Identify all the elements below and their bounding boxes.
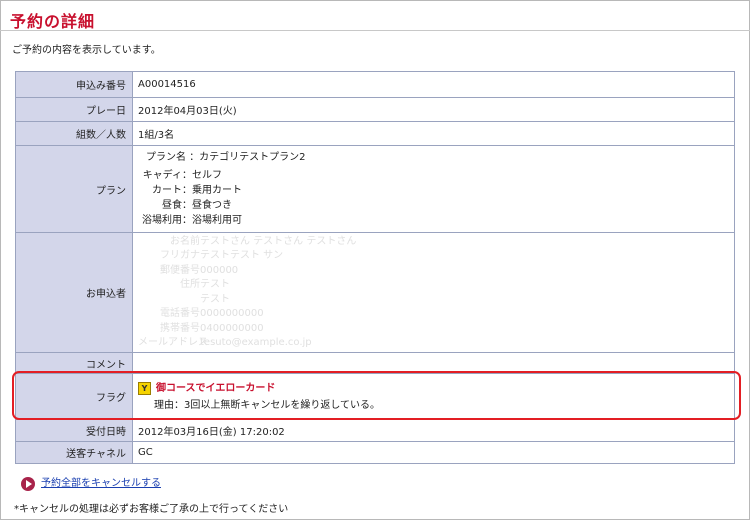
table-row: お申込者 お名前テストさん テストさん テストさん フリガナテストテスト サン … — [15, 232, 735, 353]
received-value: 2012年03月16日(金) 17:20:02 — [132, 419, 735, 442]
comment-value — [132, 352, 735, 374]
plan-item-value: ：浴場利用可 — [182, 215, 242, 226]
applicant-item: フリガナテストテスト サン — [138, 249, 734, 264]
plan-item-key: キャディ — [142, 170, 182, 181]
table-row: 組数／人数 1組/3名 — [15, 121, 735, 146]
plan-item-value: ：セルフ — [182, 170, 222, 181]
plan-item: 浴場利用：浴場利用可 — [138, 213, 734, 228]
flag-header: Y 御コースでイエローカード — [138, 380, 734, 398]
table-row: 申込み番号 A00014516 — [15, 71, 735, 98]
plan-item-value: ：昼食つき — [182, 200, 232, 211]
applicant-item: 郵便番号000000 — [138, 264, 734, 279]
applicant-item: 電話番号0000000000 — [138, 307, 734, 322]
play-arrow-icon — [21, 477, 35, 491]
title-divider — [0, 30, 750, 31]
applicant-item: 住所テスト — [138, 278, 734, 293]
applicant-item: テスト — [138, 293, 734, 308]
plan-item: キャディ：セルフ — [138, 168, 734, 183]
applicant-item: メールアドレスtesuto@example.co.jp — [138, 336, 734, 351]
applicant-item: 携帯番号0400000000 — [138, 322, 734, 337]
intro-text: ご予約の内容を表示しています。 — [12, 45, 161, 56]
plan-item-key: カート — [152, 185, 182, 196]
row-label-groups: 組数／人数 — [15, 121, 133, 146]
table-row: 送客チャネル GC — [15, 441, 735, 464]
applicant-item-key: 郵便番号 — [160, 264, 200, 276]
plan-item-key: 浴場利用 — [142, 215, 182, 226]
row-label-flag: フラグ — [15, 373, 133, 420]
plan-item: カート：乗用カート — [138, 183, 734, 198]
yellow-card-icon: Y — [138, 382, 151, 395]
applicant-item-key: 携帯番号 — [160, 322, 200, 334]
applicant-item-key: フリガナ — [160, 250, 200, 261]
applicant-item-key: 住所 — [180, 279, 200, 290]
plan-item-value: ：乗用カート — [182, 185, 242, 196]
applicant-item-key: 電話番号 — [160, 308, 200, 319]
applicant-item-value: 0000000000 — [200, 308, 264, 319]
row-label-comment: コメント — [15, 352, 133, 374]
row-label-received: 受付日時 — [15, 419, 133, 442]
application-no-value: A00014516 — [132, 71, 735, 98]
row-label-plan: プラン — [15, 145, 133, 233]
flag-title: 御コースでイエローカード — [156, 382, 276, 394]
applicant-item-value: テストテスト サン — [200, 250, 284, 261]
applicant-item-key: メールアドレス — [138, 337, 208, 348]
cancel-all-row: 予約全部をキャンセルする — [21, 476, 161, 492]
cancel-note: *キャンセルの処理は必ずお客様ご了承の上で行ってください — [14, 504, 289, 515]
applicant-item-value: テスト — [200, 293, 230, 305]
row-label-play-date: プレー日 — [15, 97, 133, 122]
reservation-detail-table: 申込み番号 A00014516 プレー日 2012年04月03日(火) 組数／人… — [15, 71, 735, 464]
table-row: コメント — [15, 352, 735, 374]
plan-item-key: 昼食 — [162, 200, 182, 211]
flag-reason: 理由：3回以上無断キャンセルを繰り返している。 — [154, 399, 381, 411]
plan-name-line: プラン名 ：カテゴリテストプラン2 — [138, 150, 734, 165]
applicant-item-value: テスト — [200, 279, 230, 290]
applicant-item-value: 0400000000 — [200, 322, 264, 334]
play-date-value: 2012年04月03日(火) — [132, 97, 735, 122]
plan-name-value: ：カテゴリテストプラン2 — [189, 152, 306, 163]
table-row: プラン プラン名 ：カテゴリテストプラン2 キャディ：セルフ カート：乗用カート… — [15, 145, 735, 233]
flag-details: Y 御コースでイエローカード 理由：3回以上無断キャンセルを繰り返している。 — [132, 373, 735, 420]
table-row: プレー日 2012年04月03日(火) — [15, 97, 735, 122]
page-title: 予約の詳細 — [10, 12, 96, 31]
applicant-item-value: テストさん テストさん テストさん — [200, 235, 357, 247]
groups-value: 1組/3名 — [132, 121, 735, 146]
applicant-item-value: tesuto@example.co.jp — [200, 337, 312, 348]
plan-item: 昼食：昼食つき — [138, 198, 734, 213]
applicant-item-key: お名前 — [170, 235, 200, 247]
cancel-all-link[interactable]: 予約全部をキャンセルする — [41, 478, 161, 489]
channel-value: GC — [132, 441, 735, 464]
applicant-details: お名前テストさん テストさん テストさん フリガナテストテスト サン 郵便番号0… — [132, 232, 735, 353]
row-label-applicant: お申込者 — [15, 232, 133, 353]
applicant-item: お名前テストさん テストさん テストさん — [138, 235, 734, 250]
plan-name-key: プラン名 — [146, 152, 186, 163]
row-label-channel: 送客チャネル — [15, 441, 133, 464]
applicant-item-value: 000000 — [200, 264, 239, 276]
table-row: 受付日時 2012年03月16日(金) 17:20:02 — [15, 419, 735, 442]
table-row: フラグ Y 御コースでイエローカード 理由：3回以上無断キャンセルを繰り返している… — [15, 373, 735, 420]
row-label-application-no: 申込み番号 — [15, 71, 133, 98]
plan-details: プラン名 ：カテゴリテストプラン2 キャディ：セルフ カート：乗用カート 昼食：… — [132, 145, 735, 233]
